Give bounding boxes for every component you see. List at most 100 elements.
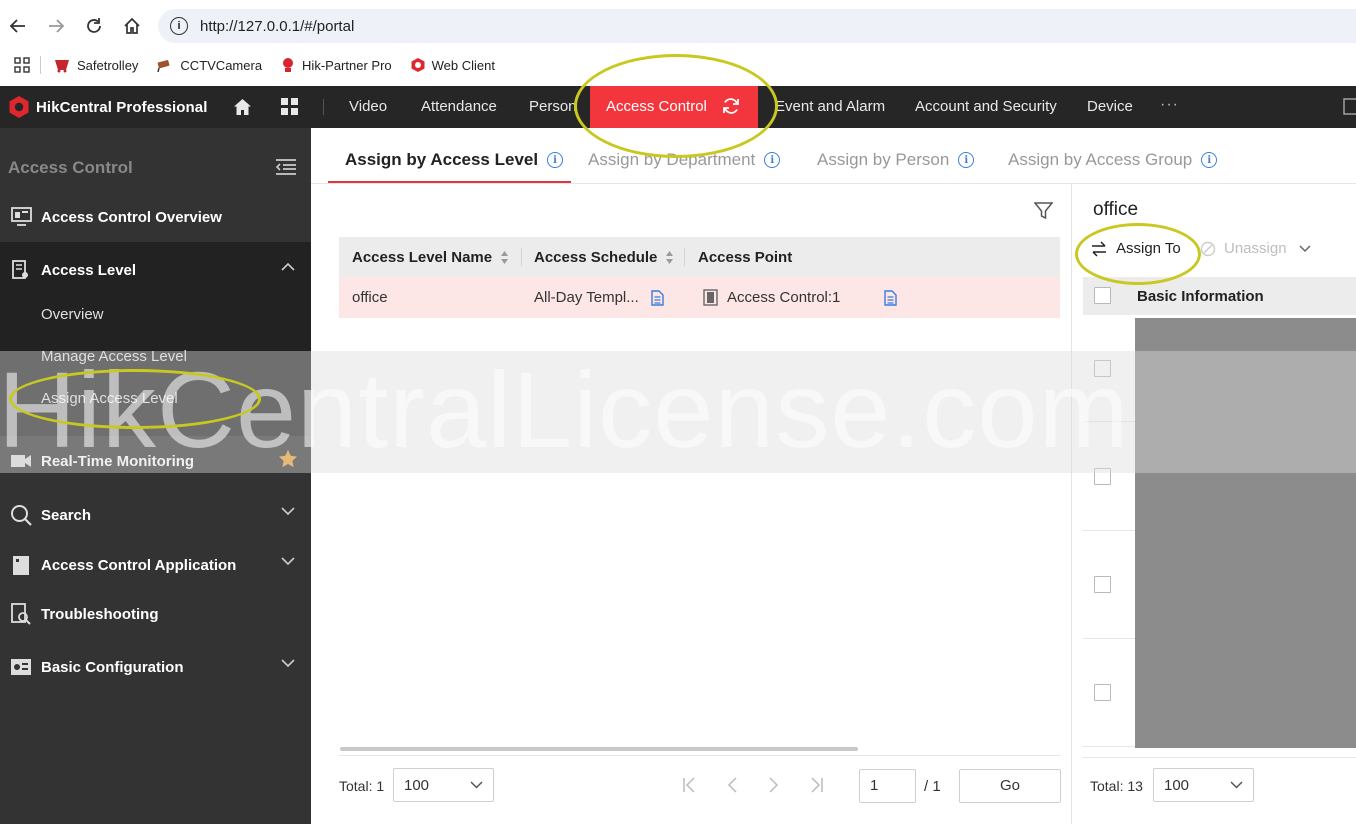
bookmark-hik-partner-pro[interactable]: Hik-Partner Pro — [280, 57, 392, 73]
table-header: Access Level Name Access Schedule Access… — [339, 237, 1060, 277]
bookmark-label: Web Client — [431, 57, 495, 73]
sidebar-item-search[interactable]: Search — [0, 491, 311, 539]
assign-to-button[interactable]: Assign To — [1090, 240, 1181, 257]
application-icon — [10, 554, 32, 576]
sidebar-item-access-control-application[interactable]: Access Control Application — [0, 541, 311, 589]
overview-icon — [10, 206, 32, 228]
chevron-up-icon — [281, 262, 295, 271]
assign-icon — [1090, 240, 1108, 257]
more-menu-icon[interactable]: ··· — [1160, 86, 1179, 128]
chevron-down-icon — [1230, 781, 1243, 789]
row-checkbox[interactable] — [1094, 468, 1111, 485]
filter-icon[interactable] — [1034, 202, 1053, 220]
sidebar-subitem-manage-access-level[interactable]: Manage Access Level — [41, 348, 187, 365]
modules-grid-icon[interactable] — [281, 98, 298, 115]
horizontal-scrollbar[interactable] — [340, 747, 858, 751]
assigned-page-size-select[interactable]: 100 — [1153, 768, 1254, 802]
configuration-icon — [10, 656, 32, 678]
sidebar-item-label: Basic Configuration — [41, 658, 184, 676]
next-page-icon[interactable] — [769, 777, 779, 793]
column-label: Access Level Name — [352, 249, 493, 266]
bookmark-label: Hik-Partner Pro — [302, 57, 392, 73]
column-label: Access Point — [698, 249, 793, 266]
bookmark-web-client[interactable]: Web Client — [410, 57, 495, 73]
sort-icon[interactable] — [500, 250, 509, 265]
header-separator — [323, 99, 324, 115]
column-separator — [521, 248, 522, 266]
previous-page-icon[interactable] — [727, 777, 737, 793]
tab-video[interactable]: Video — [349, 86, 387, 128]
sidebar: Access Control Access Control Overview A… — [0, 128, 311, 824]
back-button[interactable] — [6, 14, 30, 38]
apps-grid-icon[interactable] — [14, 57, 30, 73]
sidebar-item-label: Search — [41, 506, 92, 524]
app-header: HikCentral Professional Video Attendance… — [0, 86, 1356, 128]
cell-access-point: Access Control:1 — [703, 289, 898, 306]
sidebar-item-real-time-monitoring[interactable]: Real-Time Monitoring — [0, 437, 311, 485]
tab-access-control[interactable]: Access Control — [590, 86, 758, 128]
info-icon[interactable]: i — [764, 152, 781, 168]
bookmark-cctvcamera[interactable]: CCTVCamera — [156, 57, 262, 73]
column-access-schedule[interactable]: Access Schedule — [534, 249, 674, 266]
address-bar[interactable]: i http://127.0.0.1/#/portal — [158, 9, 1356, 43]
tab-device[interactable]: Device — [1087, 86, 1133, 128]
home-icon[interactable] — [233, 98, 252, 116]
site-info-icon[interactable]: i — [170, 17, 188, 35]
sidebar-item-access-level[interactable]: Access Level — [0, 246, 311, 294]
access-level-icon — [10, 259, 32, 281]
unassign-button[interactable]: Unassign — [1200, 240, 1311, 257]
safetrolley-favicon — [53, 57, 71, 73]
sidebar-subitem-overview[interactable]: Overview — [41, 306, 104, 323]
row-checkbox[interactable] — [1094, 360, 1111, 377]
column-access-level-name[interactable]: Access Level Name — [352, 249, 509, 266]
document-icon[interactable] — [651, 289, 664, 306]
cell-access-level-name: office — [352, 289, 388, 306]
app-logo[interactable]: HikCentral Professional — [8, 95, 208, 119]
url-text: http://127.0.0.1/#/portal — [200, 17, 355, 35]
collapse-menu-icon[interactable] — [275, 158, 297, 176]
reload-button[interactable] — [82, 14, 106, 38]
document-icon[interactable] — [884, 289, 898, 306]
page-size-select[interactable]: 100 — [393, 768, 494, 802]
refresh-icon[interactable] — [721, 97, 741, 115]
table-row[interactable]: office All-Day Templ... Access Control:1 — [339, 277, 1060, 318]
tab-assign-by-access-level[interactable]: Assign by Access Level i — [345, 150, 564, 170]
home-button[interactable] — [120, 14, 144, 38]
hik-logo-icon — [9, 96, 29, 118]
assigned-total-count: Total: 13 — [1090, 778, 1143, 794]
tab-assign-by-person[interactable]: Assign by Person i — [817, 150, 975, 170]
forward-button[interactable] — [44, 14, 68, 38]
window-icon[interactable] — [1343, 98, 1356, 115]
info-icon[interactable]: i — [547, 152, 564, 168]
chevron-down-icon[interactable] — [1299, 244, 1311, 253]
tab-assign-by-department[interactable]: Assign by Department i — [588, 150, 781, 170]
sidebar-item-troubleshooting[interactable]: Troubleshooting — [0, 590, 311, 638]
sidebar-item-overview[interactable]: Access Control Overview — [0, 193, 311, 241]
go-button[interactable]: Go — [959, 769, 1061, 803]
info-icon[interactable]: i — [1201, 152, 1218, 168]
redacted-person-info — [1135, 318, 1356, 748]
first-page-icon[interactable] — [682, 777, 696, 793]
info-icon[interactable]: i — [958, 152, 975, 168]
row-divider — [1083, 530, 1135, 531]
unassign-icon — [1200, 241, 1216, 257]
tab-person[interactable]: Person — [529, 86, 577, 128]
row-checkbox[interactable] — [1094, 684, 1111, 701]
tab-account-and-security[interactable]: Account and Security — [915, 86, 1057, 128]
select-all-checkbox[interactable] — [1094, 287, 1111, 304]
cell-access-schedule: All-Day Templ... — [534, 289, 664, 306]
sidebar-subitem-assign-access-level[interactable]: Assign Access Level — [41, 390, 178, 407]
tab-attendance[interactable]: Attendance — [421, 86, 497, 128]
bookmark-safetrolley[interactable]: Safetrolley — [53, 57, 138, 73]
favorite-star-icon[interactable] — [278, 449, 298, 468]
chevron-down-icon — [281, 659, 295, 668]
tab-event-and-alarm[interactable]: Event and Alarm — [775, 86, 885, 128]
panel-divider — [1071, 184, 1072, 824]
assign-to-label: Assign To — [1116, 240, 1181, 257]
page-number-input[interactable]: 1 — [859, 769, 916, 803]
sort-icon[interactable] — [665, 250, 674, 265]
sidebar-item-basic-configuration[interactable]: Basic Configuration — [0, 643, 311, 691]
tab-assign-by-access-group[interactable]: Assign by Access Group i — [1008, 150, 1218, 170]
last-page-icon[interactable] — [810, 777, 824, 793]
row-checkbox[interactable] — [1094, 576, 1111, 593]
